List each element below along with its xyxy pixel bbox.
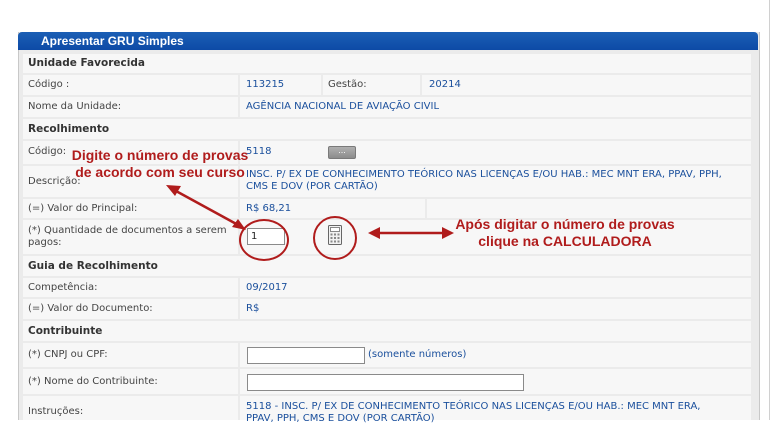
arrow-to-calculator [368,227,454,239]
arrow-to-quantidade [166,185,246,230]
annotation-arrows [166,185,454,239]
